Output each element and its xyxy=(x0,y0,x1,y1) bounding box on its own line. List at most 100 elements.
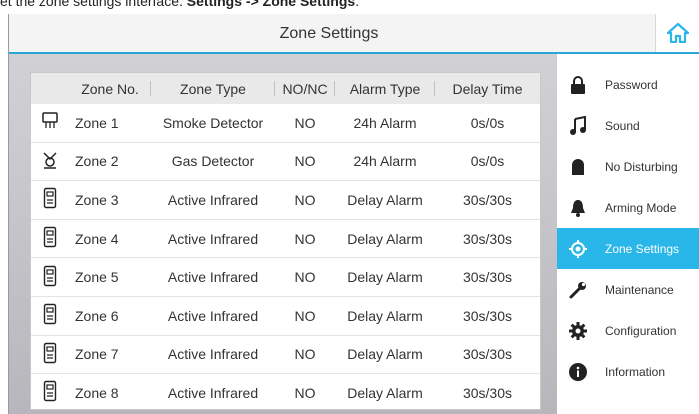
zone-table: Zone No. Zone Type NO/NC Alarm Type Dela… xyxy=(31,73,540,412)
zone-no-cell: Zone 7 xyxy=(69,335,151,375)
delay-time-cell: 0s/0s xyxy=(435,104,540,143)
table-header-row: Zone No. Zone Type NO/NC Alarm Type Dela… xyxy=(31,73,540,104)
home-icon xyxy=(667,23,689,43)
delay-time-cell: 30s/30s xyxy=(435,335,540,375)
alarm-type-cell: 24h Alarm xyxy=(335,142,435,182)
infrared-sensor-icon xyxy=(43,226,57,251)
moon-icon xyxy=(567,156,589,178)
caption-suffix: . xyxy=(355,0,360,9)
delay-time-cell: 30s/30s xyxy=(435,296,540,336)
bell-icon xyxy=(567,197,589,219)
nonc-cell: NO xyxy=(275,257,335,297)
table-row[interactable]: Zone 4 Active Infrared NO Delay Alarm 30s/30… xyxy=(31,219,540,259)
zone-table-panel: Zone No. Zone Type NO/NC Alarm Type Dela… xyxy=(30,72,541,410)
infrared-sensor-icon xyxy=(43,381,57,405)
zone-icon-cell xyxy=(31,180,69,220)
title-bar: Zone Settings xyxy=(9,14,699,54)
nonc-cell: NO xyxy=(275,296,335,336)
sidebar-item-zone-settings[interactable]: Zone Settings xyxy=(557,228,699,269)
sidebar-item-password[interactable]: Password xyxy=(557,64,699,105)
table-row[interactable]: Zone 1 Smoke Detector NO 24h Alarm 0s/0s xyxy=(31,104,540,143)
home-button[interactable] xyxy=(655,14,699,52)
zone-type-cell: Active Infrared xyxy=(151,335,275,375)
sidebar-item-sound[interactable]: Sound xyxy=(557,105,699,146)
caption-arrow: -> xyxy=(242,0,263,9)
zone-icon-cell xyxy=(31,219,69,259)
alarm-type-cell: Delay Alarm xyxy=(347,384,423,401)
sidebar-item-label: Information xyxy=(605,364,666,379)
wrench-icon xyxy=(567,279,589,301)
delay-time-cell: 30s/30s xyxy=(435,257,540,297)
infrared-sensor-icon xyxy=(43,304,57,328)
header-zone-no: Zone No. xyxy=(69,73,151,104)
zone-no-cell: Zone 2 xyxy=(69,142,151,182)
zone-icon-cell xyxy=(31,142,69,182)
smoke-detector-icon xyxy=(41,112,59,134)
zone-no-cell: Zone 5 xyxy=(69,257,151,297)
sidebar-item-no-disturbing[interactable]: No Disturbing xyxy=(557,146,699,187)
sidebar-item-label: Arming Mode xyxy=(605,200,677,215)
alarm-type-cell: Delay Alarm xyxy=(335,257,435,297)
nonc-cell: NO xyxy=(275,180,335,220)
sidebar-item-label: No Disturbing xyxy=(605,159,678,174)
zone-type-cell: Active Infrared xyxy=(151,257,275,297)
zone-icon-cell xyxy=(31,374,69,412)
zone-no-cell: Zone 1 xyxy=(69,104,151,143)
zone-no-cell: Zone 3 xyxy=(69,180,151,220)
zone-no-cell: Zone 6 xyxy=(69,296,151,336)
nonc-cell: NO xyxy=(294,384,316,401)
settings-sidebar: Password Sound No Disturbing Arming Mode Zon… xyxy=(557,54,699,414)
zone-type-cell: Smoke Detector xyxy=(151,104,275,143)
alarm-type-cell: Delay Alarm xyxy=(335,335,435,375)
infrared-sensor-icon xyxy=(43,342,57,367)
zone-type-cell: Active Infrared xyxy=(167,384,259,401)
alarm-type-cell: 24h Alarm xyxy=(335,104,435,143)
infrared-sensor-icon xyxy=(43,265,57,290)
header-delay-time: Delay Time xyxy=(435,73,540,104)
table-row[interactable]: Zone 6 Active Infrared NO Delay Alarm 30s/30… xyxy=(31,296,540,336)
header-zone-type: Zone Type xyxy=(151,73,275,104)
lock-icon xyxy=(567,74,589,96)
delay-time-cell: 30s/30s xyxy=(435,219,540,259)
zone-icon-cell xyxy=(31,335,69,375)
caption-path-start: Settings xyxy=(186,0,243,9)
delay-time-cell: 30s/30s xyxy=(435,180,540,220)
zone-type-cell: Gas Detector xyxy=(151,142,275,182)
table-row[interactable]: Zone 2 Gas Detector NO 24h Alarm 0s/0s xyxy=(31,142,540,182)
caption-text: et the zone settings interface. xyxy=(0,0,187,9)
music-note-icon xyxy=(567,115,589,137)
sidebar-item-arming-mode[interactable]: Arming Mode xyxy=(557,187,699,228)
zone-icon-cell xyxy=(31,104,69,143)
table-row[interactable]: Zone 5 Active Infrared NO Delay Alarm 30s/30… xyxy=(31,257,540,297)
infrared-sensor-icon xyxy=(43,188,57,212)
crosshair-icon xyxy=(567,238,589,260)
nonc-cell: NO xyxy=(275,142,335,182)
device-screen: Zone Settings Zone No. Zone Type NO/NC A… xyxy=(8,14,699,414)
alarm-type-cell: Delay Alarm xyxy=(335,296,435,336)
sidebar-item-information[interactable]: Information xyxy=(557,351,699,392)
gas-detector-icon xyxy=(41,152,59,173)
instruction-caption: et the zone settings interface. Settings… xyxy=(0,0,699,14)
header-nonc: NO/NC xyxy=(275,73,335,104)
sidebar-item-maintenance[interactable]: Maintenance xyxy=(557,269,699,310)
sidebar-item-label: Sound xyxy=(605,118,640,133)
table-row[interactable]: Zone 8 Active Infrared NO Delay Alarm 30s/30… xyxy=(31,374,540,412)
sidebar-item-label: Zone Settings xyxy=(605,241,680,256)
delay-time-cell: 30s/30s xyxy=(462,384,513,401)
sidebar-item-label: Configuration xyxy=(605,323,677,338)
nonc-cell: NO xyxy=(275,335,335,375)
sidebar-item-configuration[interactable]: Configuration xyxy=(557,310,699,351)
nonc-cell: NO xyxy=(275,104,335,143)
zone-icon-cell xyxy=(31,257,69,297)
zone-type-cell: Active Infrared xyxy=(151,296,275,336)
delay-time-cell: 0s/0s xyxy=(435,142,540,182)
table-row[interactable]: Zone 3 Active Infrared NO Delay Alarm 30s/30… xyxy=(31,180,540,220)
table-row[interactable]: Zone 7 Active Infrared NO Delay Alarm 30s/30… xyxy=(31,335,540,375)
sidebar-item-label: Maintenance xyxy=(605,282,674,297)
alarm-type-cell: Delay Alarm xyxy=(335,180,435,220)
zone-icon-cell xyxy=(31,296,69,336)
zone-type-cell: Active Infrared xyxy=(151,180,275,220)
zone-no-cell: Zone 8 xyxy=(75,384,119,401)
zone-type-cell: Active Infrared xyxy=(151,219,275,259)
zone-no-cell: Zone 4 xyxy=(69,219,151,259)
